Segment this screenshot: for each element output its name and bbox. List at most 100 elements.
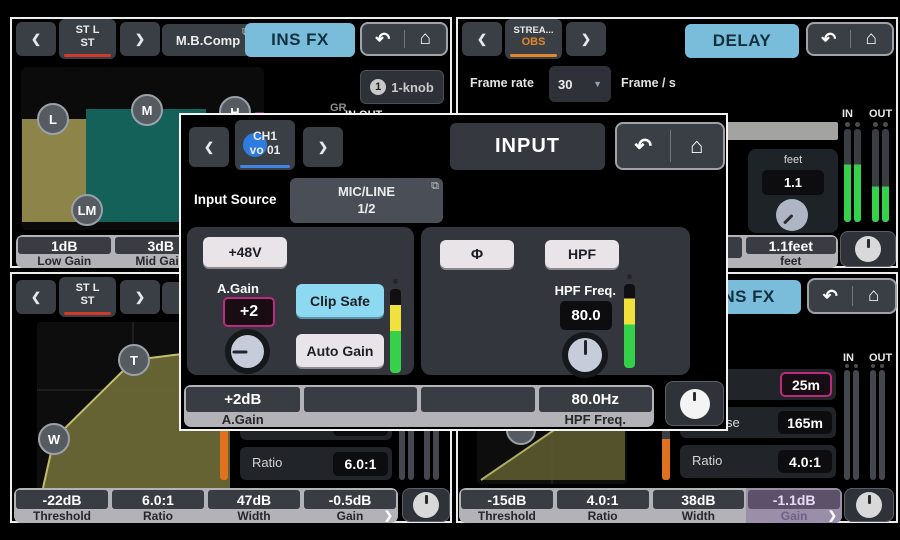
param-cell-lowgain[interactable]: 1dBLow Gain	[16, 235, 113, 268]
next-channel-button[interactable]: ❯	[120, 22, 160, 56]
width-knob[interactable]: W	[38, 423, 70, 455]
channel-select-button[interactable]: CH1 vo 01	[235, 120, 295, 170]
copy-icon: ⧉	[431, 180, 439, 194]
dropdown-arrow-icon: ▼	[593, 79, 602, 89]
mixer-screen: ❮ ST L ST ❯ M.B.Comp ⧉ INS FX ↶ ⌂ L M H …	[0, 0, 900, 540]
hpf-freq-knob[interactable]	[562, 332, 608, 378]
param-cell-again[interactable]: +2dBA.Gain	[184, 385, 302, 427]
ratio-value[interactable]: 6.0:1	[333, 452, 388, 476]
effect-name-button[interactable]: M.B.Comp ⧉	[162, 24, 254, 56]
delay-feet-card: feet 1.1	[748, 149, 838, 233]
nav-group: ↶ ⌂	[360, 22, 448, 56]
param-cell-feet[interactable]: 1.1feetfeet	[744, 235, 839, 268]
one-knob-button[interactable]: 1 1-knob	[360, 70, 444, 104]
page-title-delay[interactable]: DELAY	[685, 24, 799, 58]
fader-knob-box[interactable]	[840, 231, 896, 267]
channel-select-button[interactable]: ST L ST	[59, 19, 116, 59]
param-cell-ratio[interactable]: 4.0:1Ratio	[555, 488, 651, 523]
again-value[interactable]: +2	[223, 297, 275, 327]
chevron-left-icon: ❮	[204, 140, 214, 154]
home-icon[interactable]: ⌂	[405, 24, 447, 54]
auto-gain-button[interactable]: Auto Gain	[296, 334, 384, 367]
param-cell-3[interactable]	[419, 385, 537, 427]
param-cell-gain[interactable]: -0.5dBGain❯	[302, 488, 398, 523]
undo-icon[interactable]: ↶	[808, 24, 850, 54]
frame-rate-label: Frame rate	[470, 76, 534, 90]
frame-rate-dropdown[interactable]: 30 ▼	[549, 66, 611, 102]
param-cell-width[interactable]: 47dBWidth	[206, 488, 302, 523]
knob-pointer	[584, 340, 587, 355]
clip-dot	[883, 122, 888, 127]
ratio-value[interactable]: 4.0:1	[778, 450, 832, 473]
param-cell-ratio[interactable]: 6.0:1Ratio	[110, 488, 206, 523]
feet-value[interactable]: 1.1	[762, 170, 824, 195]
input-source-button[interactable]: MIC/LINE 1/2 ⧉	[290, 178, 443, 223]
param-cell-width[interactable]: 38dBWidth	[651, 488, 747, 523]
nav-group: ↶ ⌂	[807, 278, 897, 314]
hpf-freq-value[interactable]: 80.0	[560, 301, 612, 330]
again-label: A.Gain	[217, 281, 259, 296]
in-label: IN	[842, 108, 853, 120]
channel-name: vo 01	[250, 143, 281, 157]
home-icon[interactable]: ⌂	[853, 280, 896, 312]
phantom-48v-button[interactable]: +48V	[203, 237, 287, 267]
next-channel-button[interactable]: ❯	[566, 22, 606, 56]
channel-id: STREA...	[513, 25, 553, 36]
phase-button[interactable]: Φ	[440, 240, 514, 268]
home-icon[interactable]: ⌂	[671, 124, 724, 168]
param-cell-threshold[interactable]: -15dBThreshold	[459, 488, 555, 523]
param-cell-gain-selected[interactable]: -1.1dBGain❯	[746, 488, 842, 523]
undo-icon[interactable]: ↶	[362, 24, 404, 54]
undo-icon[interactable]: ↶	[617, 124, 670, 168]
next-channel-button[interactable]: ❯	[303, 127, 343, 167]
clip-dot	[845, 364, 849, 368]
home-icon[interactable]: ⌂	[851, 24, 893, 54]
clip-dot	[855, 122, 860, 127]
param-cell-2[interactable]	[302, 385, 420, 427]
in-meter	[854, 129, 861, 222]
prev-channel-button[interactable]: ❮	[16, 280, 56, 314]
ratio-label: Ratio	[252, 455, 282, 470]
prev-channel-button[interactable]: ❮	[189, 127, 229, 167]
chevron-left-icon: ❮	[31, 32, 41, 46]
effect-name: M.B.Comp	[176, 33, 240, 48]
attack-value[interactable]: 25m	[780, 372, 832, 397]
fader-knob-icon	[413, 492, 439, 518]
hpf-button[interactable]: HPF	[545, 240, 619, 268]
active-underline	[64, 54, 111, 57]
fader-knob-box[interactable]	[844, 488, 894, 522]
band-knob-lm[interactable]: LM	[71, 194, 103, 226]
param-cell-threshold[interactable]: -22dBThreshold	[14, 488, 110, 523]
channel-select-button[interactable]: STREA... OBS	[505, 19, 562, 59]
channel-select-button[interactable]: ST L ST	[59, 277, 116, 317]
ratio-row: Ratio 4.0:1	[680, 445, 836, 478]
out-meter	[870, 370, 876, 480]
next-channel-button[interactable]: ❯	[120, 280, 160, 314]
page-title-insfx[interactable]: INS FX	[245, 23, 355, 57]
undo-icon[interactable]: ↶	[809, 280, 852, 312]
clip-dot	[873, 122, 878, 127]
again-knob[interactable]	[225, 329, 270, 374]
prev-channel-button[interactable]: ❮	[462, 22, 502, 56]
out-label: OUT	[869, 108, 892, 120]
clip-dot	[627, 274, 632, 279]
release-value[interactable]: 165m	[778, 411, 832, 434]
param-cell-hpffreq[interactable]: 80.0HzHPF Freq.	[537, 385, 655, 427]
fader-knob-icon	[855, 236, 881, 262]
feet-label: feet	[748, 154, 838, 166]
delay-slider-track[interactable]	[726, 122, 838, 140]
channel-id: ST L	[76, 282, 100, 295]
frame-rate-unit: Frame / s	[621, 76, 676, 90]
out-label: OUT	[869, 352, 892, 364]
threshold-knob[interactable]: T	[118, 344, 150, 376]
band-knob-m[interactable]: M	[131, 94, 163, 126]
feet-knob[interactable]	[776, 199, 808, 231]
channel-id2: ST	[80, 295, 94, 308]
phase-hpf-card: Φ HPF HPF Freq. 80.0	[421, 227, 690, 375]
fader-knob-box[interactable]	[665, 381, 724, 426]
fader-knob-box[interactable]	[402, 488, 450, 522]
band-knob-l[interactable]: L	[37, 103, 69, 135]
prev-channel-button[interactable]: ❮	[16, 22, 56, 56]
param-bar: -15dBThreshold 4.0:1Ratio 38dBWidth -1.1…	[459, 488, 842, 523]
clip-safe-button[interactable]: Clip Safe	[296, 284, 384, 317]
